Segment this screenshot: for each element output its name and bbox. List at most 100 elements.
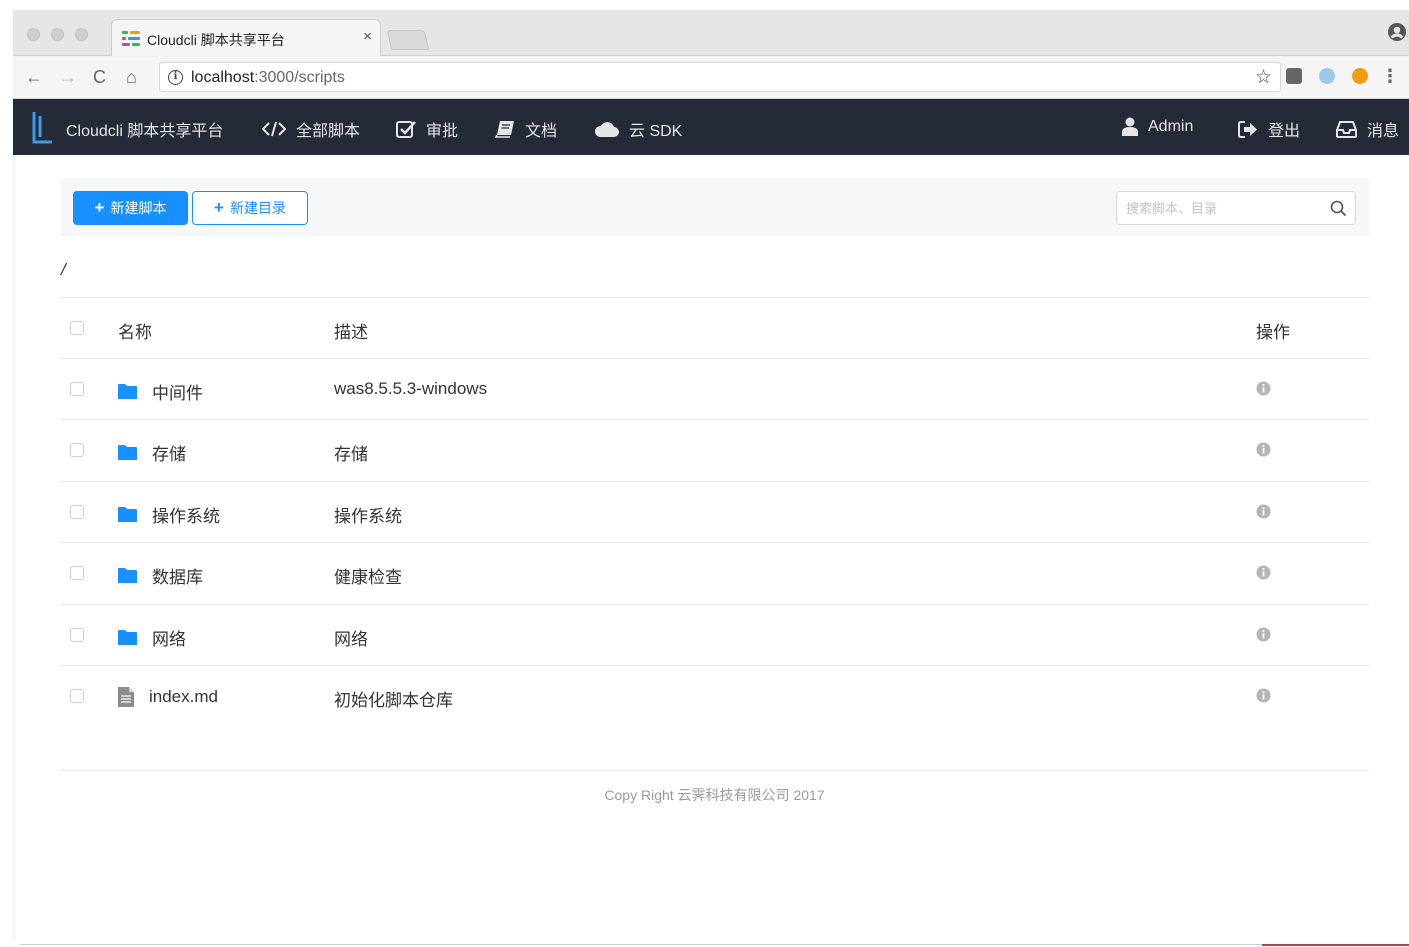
item-name-link[interactable]: 存储 bbox=[117, 440, 186, 465]
back-button[interactable]: ← bbox=[25, 66, 43, 88]
brand-title[interactable]: Cloudcli 脚本共享平台 bbox=[66, 117, 223, 141]
folder-icon bbox=[118, 568, 137, 584]
user-icon bbox=[1122, 117, 1138, 136]
item-desc: 操作系统 bbox=[334, 506, 402, 526]
brand-logo-icon[interactable] bbox=[31, 111, 53, 144]
item-name-link[interactable]: index.md bbox=[117, 686, 218, 708]
plus-icon: + bbox=[94, 198, 105, 217]
forward-button[interactable]: → bbox=[59, 66, 77, 88]
table-row: 操作系统 操作系统 bbox=[61, 480, 1369, 542]
tab-title: Cloudcli 脚本共享平台 bbox=[147, 32, 285, 48]
bookmark-star-icon[interactable]: ☆ bbox=[1255, 66, 1272, 89]
row-checkbox[interactable] bbox=[70, 566, 84, 581]
info-icon[interactable] bbox=[1256, 627, 1271, 642]
search-input[interactable] bbox=[1118, 193, 1323, 223]
table-row: 存储 存储 bbox=[61, 419, 1369, 480]
nav-messages[interactable]: 消息 bbox=[1336, 117, 1399, 141]
item-name: 操作系统 bbox=[152, 506, 220, 526]
folder-icon bbox=[118, 445, 137, 461]
row-checkbox[interactable] bbox=[70, 382, 84, 396]
book-icon bbox=[495, 121, 514, 138]
column-header-name: 名称 bbox=[118, 323, 152, 342]
nav-docs[interactable]: 文档 bbox=[495, 117, 557, 141]
select-all-checkbox[interactable] bbox=[70, 321, 84, 335]
nav-all-scripts[interactable]: 全部脚本 bbox=[262, 117, 360, 141]
nav-approval-label: 审批 bbox=[426, 123, 459, 140]
window-bottom-accent bbox=[1262, 944, 1409, 946]
tab-strip: Cloudcli 脚本共享平台 × bbox=[13, 10, 1409, 56]
new-folder-button[interactable]: + 新建目录 bbox=[192, 191, 308, 225]
table-row: 中间件 was8.5.5.3-windows bbox=[61, 358, 1369, 419]
row-checkbox[interactable] bbox=[70, 504, 84, 519]
item-name: 网络 bbox=[152, 629, 186, 649]
item-name-link[interactable]: 操作系统 bbox=[117, 502, 220, 527]
extension-icon[interactable] bbox=[1319, 68, 1335, 84]
nav-approval[interactable]: 审批 bbox=[396, 117, 458, 141]
info-icon[interactable] bbox=[1256, 688, 1271, 703]
profile-icon[interactable] bbox=[1387, 22, 1407, 42]
browser-tab-active[interactable]: Cloudcli 脚本共享平台 × bbox=[111, 19, 381, 56]
nav-all-scripts-label: 全部脚本 bbox=[296, 123, 361, 140]
favicon-icon bbox=[122, 31, 140, 47]
folder-icon bbox=[118, 506, 137, 522]
nav-user-admin[interactable]: Admin bbox=[1122, 117, 1193, 136]
search-icon[interactable] bbox=[1330, 200, 1347, 217]
item-name-link[interactable]: 网络 bbox=[117, 625, 186, 650]
tab-close-icon[interactable]: × bbox=[363, 28, 372, 46]
browser-menu-icon[interactable]: ⋮ bbox=[1381, 65, 1399, 87]
nav-cloud-sdk[interactable]: 云 SDK bbox=[594, 117, 682, 141]
footer-copyright: Copy Right 云霁科技有限公司 2017 bbox=[604, 787, 825, 803]
inbox-icon bbox=[1336, 120, 1357, 138]
info-icon[interactable] bbox=[1256, 504, 1271, 519]
row-checkbox[interactable] bbox=[70, 627, 84, 642]
item-name: 数据库 bbox=[152, 568, 203, 588]
item-desc: 存储 bbox=[334, 445, 368, 465]
maximize-window-button[interactable] bbox=[75, 28, 88, 41]
new-tab-button[interactable] bbox=[386, 30, 430, 50]
minimize-window-button[interactable] bbox=[51, 28, 64, 41]
info-icon[interactable] bbox=[1256, 442, 1271, 457]
table-row: 数据库 健康检查 bbox=[61, 542, 1369, 603]
site-info-icon[interactable]: i bbox=[168, 70, 183, 85]
item-name-link[interactable]: 数据库 bbox=[117, 563, 203, 588]
new-script-button[interactable]: + 新建脚本 bbox=[73, 191, 188, 225]
browser-toolbar: ← → C ⌂ i localhost:3000/scripts ☆ ⋮ bbox=[13, 57, 1409, 99]
extension-icon[interactable] bbox=[1286, 68, 1302, 84]
item-desc: was8.5.5.3-windows bbox=[334, 379, 488, 398]
info-icon[interactable] bbox=[1256, 565, 1271, 580]
action-bar: + 新建脚本 + 新建目录 bbox=[61, 178, 1369, 236]
info-icon[interactable] bbox=[1256, 381, 1271, 396]
nav-logout[interactable]: 登出 bbox=[1238, 117, 1300, 141]
item-name-link[interactable]: 中间件 bbox=[117, 379, 203, 404]
code-icon bbox=[262, 121, 286, 137]
nav-cloud-sdk-label: 云 SDK bbox=[629, 123, 683, 140]
url-path: :3000/scripts bbox=[254, 69, 345, 86]
row-checkbox[interactable] bbox=[70, 443, 84, 458]
file-icon bbox=[118, 686, 134, 707]
address-bar[interactable]: i localhost:3000/scripts ☆ bbox=[159, 62, 1281, 92]
home-button[interactable]: ⌂ bbox=[126, 66, 137, 88]
item-desc: 健康检查 bbox=[334, 568, 402, 588]
new-script-label: 新建脚本 bbox=[110, 200, 167, 216]
item-name: 中间件 bbox=[152, 384, 203, 403]
footer-divider bbox=[61, 770, 1369, 771]
url-host: localhost bbox=[191, 69, 255, 86]
extension-icon[interactable] bbox=[1352, 68, 1368, 84]
page-edge bbox=[13, 155, 17, 940]
close-window-button[interactable] bbox=[27, 28, 40, 41]
folder-icon bbox=[118, 384, 137, 399]
scripts-table: 名称 描述 操作 中间件 was8.5.5.3-windows 存储 存储 操作… bbox=[61, 297, 1369, 726]
cloud-icon bbox=[594, 121, 619, 137]
reload-button[interactable]: C bbox=[93, 66, 106, 88]
item-name: index.md bbox=[149, 686, 218, 706]
column-header-op: 操作 bbox=[1256, 323, 1290, 342]
browser-window-chrome: Cloudcli 脚本共享平台 × ← → C ⌂ i localhost:30… bbox=[13, 10, 1409, 99]
row-checkbox[interactable] bbox=[70, 688, 84, 703]
column-header-desc: 描述 bbox=[334, 323, 368, 342]
nav-docs-label: 文档 bbox=[525, 123, 558, 140]
breadcrumb[interactable]: / bbox=[61, 260, 66, 280]
table-header-row: 名称 描述 操作 bbox=[61, 297, 1369, 358]
table-row: 网络 网络 bbox=[61, 603, 1369, 665]
top-navbar: Cloudcli 脚本共享平台 全部脚本 审批 文档 云 SDK Admin 登… bbox=[13, 99, 1409, 155]
nav-user-admin-label: Admin bbox=[1148, 117, 1194, 135]
